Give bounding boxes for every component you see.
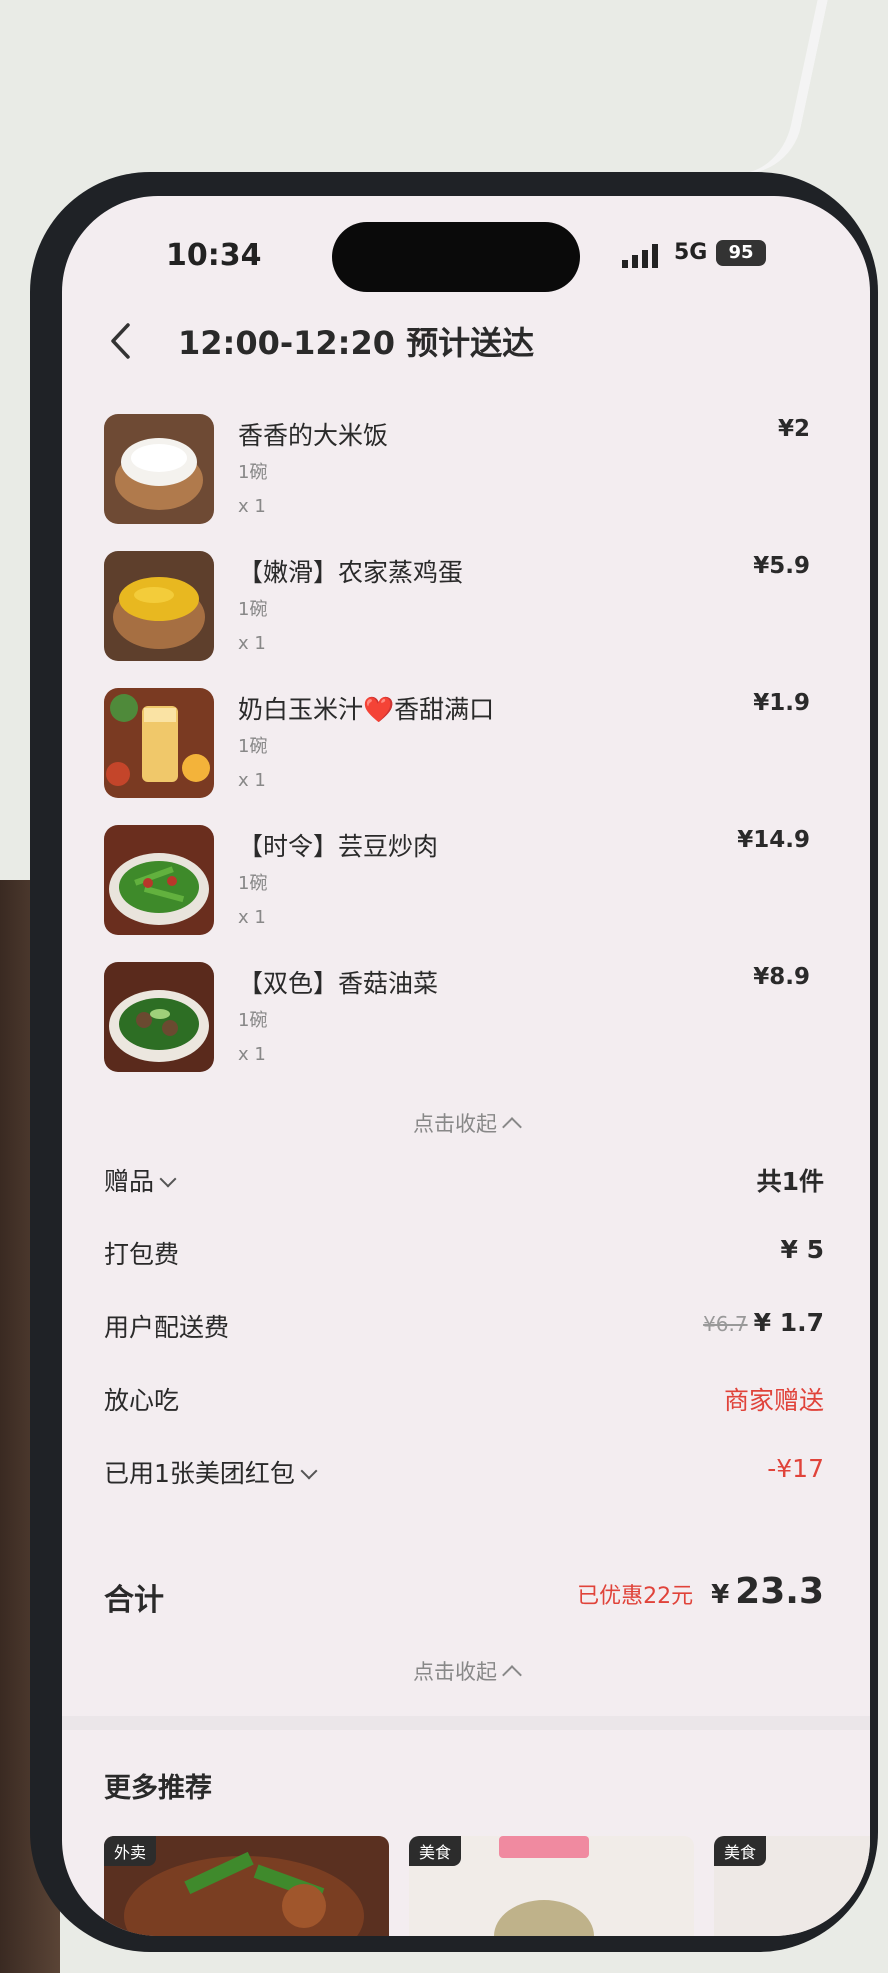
item-spec: 1碗 [238, 462, 268, 483]
item-price: ¥8.9 [753, 964, 810, 990]
gift-value: 共1件 [756, 1167, 824, 1196]
chevron-up-icon [502, 1117, 522, 1137]
item-quantity: x 1 [238, 907, 266, 928]
order-total: 合计 已优惠22元 ¥ 23.3 [104, 1571, 824, 1631]
order-item[interactable]: 香香的大米饭 1碗 x 1 ¥2 [104, 414, 834, 551]
total-amount: 23.3 [735, 1571, 824, 1612]
food-image-beans-pork [104, 825, 214, 935]
coupon-label: 已用1张美团红包 [104, 1459, 295, 1488]
item-name: 【时令】芸豆炒肉 [238, 832, 439, 861]
order-item[interactable]: 【双色】香菇油菜 1碗 x 1 ¥8.9 [104, 962, 834, 1099]
page-header: 12:00-12:20 预计送达 [100, 306, 800, 376]
collapse-label: 点击收起 [413, 1660, 497, 1684]
food-image-egg [104, 551, 214, 661]
charging-cable [719, 0, 831, 186]
item-quantity: x 1 [238, 770, 266, 791]
more-recommend-title: 更多推荐 [104, 1773, 212, 1804]
category-tag: 美食 [714, 1836, 767, 1866]
item-name: 【嫩滑】农家蒸鸡蛋 [238, 558, 464, 587]
item-spec: 1碗 [238, 599, 268, 620]
order-item[interactable]: 【时令】芸豆炒肉 1碗 x 1 ¥14.9 [104, 825, 834, 962]
food-image-rice [104, 414, 214, 524]
chevron-down-icon [159, 1170, 177, 1188]
collapse-label: 点击收起 [413, 1112, 497, 1136]
status-time: 10:34 [166, 238, 262, 273]
item-spec: 1碗 [238, 736, 268, 757]
signal-icon [622, 244, 662, 268]
total-label: 合计 [104, 1583, 164, 1618]
collapse-items-button[interactable]: 点击收起 [62, 1108, 870, 1138]
network-type: 5G [674, 240, 708, 265]
recommend-card[interactable]: 美食 [409, 1836, 694, 1936]
assured-eat-label: 放心吃 [104, 1386, 180, 1415]
item-price: ¥1.9 [753, 690, 810, 716]
coupon-value: -¥17 [767, 1454, 824, 1483]
phone-screen: 10:34 5G 95 12:00-12:20 预计送达 香香的大米饭 1碗 x… [62, 196, 870, 1936]
order-item[interactable]: 奶白玉米汁❤️香甜满口 1碗 x 1 ¥1.9 [104, 688, 834, 825]
item-spec: 1碗 [238, 873, 268, 894]
dynamic-island [332, 222, 580, 292]
discount-summary: 已优惠22元 [577, 1584, 694, 1609]
collapse-summary-button[interactable]: 点击收起 [62, 1656, 870, 1686]
total-currency: ¥ [711, 1580, 730, 1610]
item-quantity: x 1 [238, 1044, 266, 1065]
battery-icon: 95 [716, 240, 766, 266]
order-item[interactable]: 【嫩滑】农家蒸鸡蛋 1碗 x 1 ¥5.9 [104, 551, 834, 688]
back-arrow-icon [111, 323, 130, 359]
packing-fee-row: 打包费 ¥ 5 [104, 1235, 824, 1308]
delivery-fee-value: ¥ 1.7 [753, 1308, 824, 1337]
item-price: ¥14.9 [737, 827, 810, 853]
packing-fee-label: 打包费 [104, 1240, 180, 1269]
assured-eat-row: 放心吃 商家赠送 [104, 1381, 824, 1454]
item-name: 【双色】香菇油菜 [238, 969, 439, 998]
section-divider [62, 1716, 870, 1730]
gift-label: 赠品 [104, 1167, 155, 1196]
recommend-card[interactable]: 美食 [714, 1836, 870, 1936]
order-items-list: 香香的大米饭 1碗 x 1 ¥2 【嫩滑】农家蒸鸡蛋 1碗 x 1 ¥5.9 奶… [104, 414, 834, 1099]
item-spec: 1碗 [238, 1010, 268, 1031]
item-price: ¥5.9 [753, 553, 810, 579]
gift-row[interactable]: 赠品 共1件 [104, 1162, 824, 1235]
category-tag: 美食 [409, 1836, 462, 1866]
item-name: 香香的大米饭 [238, 421, 389, 450]
item-price: ¥2 [777, 416, 810, 442]
recommend-cards: 外卖 美食 美食 [104, 1836, 870, 1936]
page-title: 12:00-12:20 预计送达 [178, 324, 535, 362]
food-image-corn-juice [104, 688, 214, 798]
back-button[interactable] [100, 321, 140, 361]
item-quantity: x 1 [238, 633, 266, 654]
delivery-fee-row: 用户配送费 ¥6.7 ¥ 1.7 [104, 1308, 824, 1381]
chevron-up-icon [502, 1665, 522, 1685]
delivery-fee-label: 用户配送费 [104, 1313, 230, 1342]
fee-summary: 赠品 共1件 打包费 ¥ 5 用户配送费 ¥6.7 ¥ 1.7 放心吃 商家赠送 … [104, 1162, 824, 1527]
recommend-card[interactable]: 外卖 [104, 1836, 389, 1936]
category-tag: 外卖 [104, 1836, 157, 1866]
chevron-down-icon [300, 1462, 318, 1480]
food-image-mushroom-greens [104, 962, 214, 1072]
item-quantity: x 1 [238, 496, 266, 517]
packing-fee-value: ¥ 5 [780, 1235, 825, 1264]
assured-eat-value: 商家赠送 [723, 1386, 824, 1415]
coupon-row[interactable]: 已用1张美团红包 -¥17 [104, 1454, 824, 1527]
delivery-fee-original: ¥6.7 [703, 1312, 748, 1336]
item-name: 奶白玉米汁❤️香甜满口 [238, 695, 495, 724]
